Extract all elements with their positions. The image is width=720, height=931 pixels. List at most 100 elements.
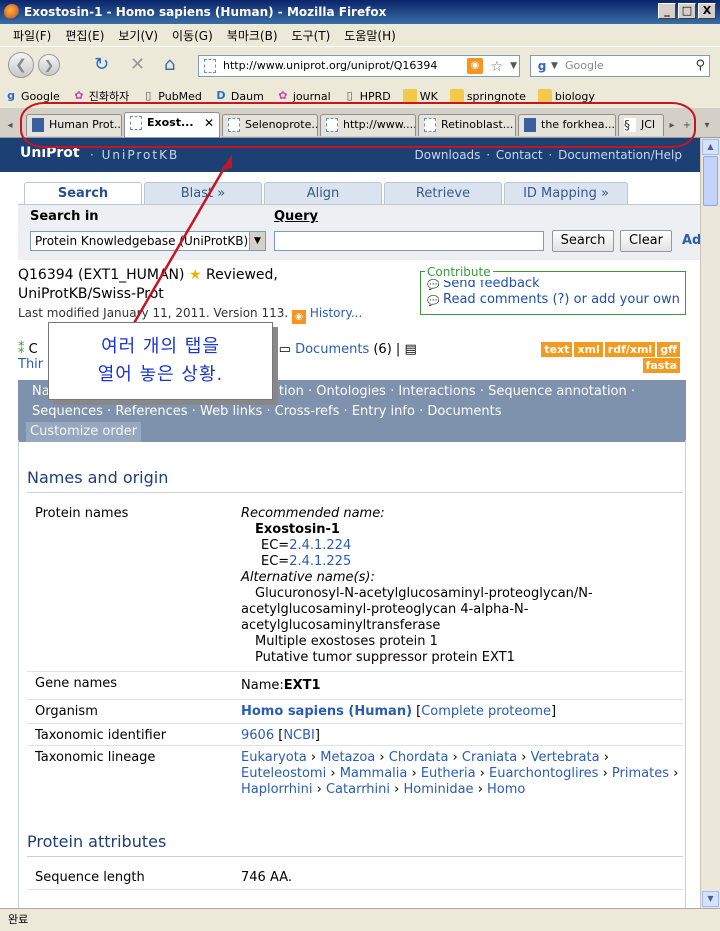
page-content: UniProt · UniProtKB Downloads · Contact … [0,138,700,908]
forward-button[interactable]: ❯ [38,54,60,76]
speech-bubble-icon: 💬 [427,280,440,291]
rss-icon[interactable]: ◉ [292,310,307,324]
nav-web-links[interactable]: Web links [200,404,262,419]
format-xml[interactable]: xml [574,342,603,357]
tab-search[interactable]: Search [24,182,142,204]
reload-icon[interactable]: ↻ [94,55,109,75]
query-input[interactable] [274,231,544,251]
google-icon: g [7,89,15,102]
complete-proteome-link[interactable]: Complete proteome [421,704,551,719]
stop-icon[interactable]: ✕ [130,55,145,75]
query-label: Query [274,209,319,224]
scroll-down-icon[interactable]: ▼ [702,891,719,907]
search-engine-dropdown-icon[interactable]: ▼ [551,56,558,76]
nav-references[interactable]: References [115,404,187,419]
customize-order-button[interactable]: Customize order [26,422,142,442]
downloads-link[interactable]: Downloads [415,148,481,162]
lineage-row: Taxonomic lineage Eukaryota › Metazoa › … [27,746,683,802]
bookmark-wk[interactable]: WK [402,89,438,103]
maximize-button[interactable]: □ [678,3,696,19]
nav-interactions[interactable]: Interactions [398,384,475,399]
format-fasta[interactable]: fasta [642,358,680,373]
window-controls: _ □ X [658,3,716,19]
nav-sequences[interactable]: Sequences [32,404,103,419]
tab-retrieve[interactable]: Retrieve [384,182,502,204]
tab-list-icon[interactable]: ▾ [700,116,714,136]
google-icon[interactable]: g [534,58,550,74]
format-rdf[interactable]: rdf/xml [604,342,656,357]
address-url: http://www.uniprot.org/uniprot/Q16394 [223,59,438,72]
annotation-box: 여러 개의 탭을 열어 놓은 상황. [48,322,273,400]
firefox-icon [4,4,20,20]
organism-row: Organism Homo sapiens (Human) [Complete … [27,700,683,724]
nav-ontologies[interactable]: Ontologies [316,384,386,399]
menu-edit[interactable]: 편집(E) [58,27,111,44]
minimize-button[interactable]: _ [658,3,676,19]
window-title: Exostosin-1 - Homo sapiens (Human) - Moz… [24,5,387,19]
tab-scroll-left-icon[interactable]: ◂ [3,116,17,136]
bookmark-biology[interactable]: biology [537,89,595,103]
taxid-row: Taxonomic identifier 9606 [NCBI] [27,724,683,746]
database-select[interactable]: Protein Knowledgebase (UniProtKB) ▼ [30,231,266,251]
search-icon[interactable]: ⚲ [695,56,705,76]
bookmark-journal[interactable]: ✿ journal [276,89,330,103]
scroll-up-icon[interactable]: ▲ [702,139,719,155]
history-link[interactable]: History... [310,306,362,320]
ncbi-link[interactable]: NCBI [283,728,315,743]
search-button[interactable]: Search [552,230,614,252]
menu-file[interactable]: 파일(F) [6,27,58,44]
tree-icon: ⁑ [18,342,25,357]
bookmark-google[interactable]: g Google [4,89,60,103]
menu-help[interactable]: 도움말(H) [337,27,403,44]
speech-bubble-icon: 💬 [427,296,440,307]
bookmark-daum[interactable]: D Daum [214,89,263,103]
nav-entry-info[interactable]: Entry info [352,404,415,419]
menu-go[interactable]: 이동(G) [165,27,220,44]
status-bar: 완료 [0,908,720,931]
top-links: Downloads · Contact · Documentation/Help [414,148,682,162]
documents-link[interactable]: Documents [295,342,369,357]
home-icon[interactable]: ⌂ [164,55,175,75]
menu-tools[interactable]: 도구(T) [285,27,338,44]
close-button[interactable]: X [698,3,716,19]
menu-view[interactable]: 보기(V) [111,27,165,44]
read-comments-link[interactable]: Read comments (?) or add your own [443,292,685,308]
contribute-box: Contribute 💬 Send feedback 💬 Read commen… [420,264,686,315]
organism-link[interactable]: Homo sapiens (Human) [241,704,412,719]
search-input[interactable]: g ▼ Google ⚲ [530,55,710,77]
nav-documents[interactable]: Documents [427,404,501,419]
menu-bookmarks[interactable]: 북마크(B) [220,27,285,44]
tab-id-mapping[interactable]: ID Mapping » [504,182,628,204]
nav-cross-refs[interactable]: Cross-refs [275,404,340,419]
vertical-scrollbar[interactable]: ▲ ▼ [700,138,720,908]
nav-sequence-annotation[interactable]: Sequence annotation [488,384,627,399]
ec-link[interactable]: 2.4.1.224 [289,538,351,553]
product-name[interactable]: · UniProtKB [90,148,179,162]
format-gff[interactable]: gff [657,342,680,357]
scroll-thumb[interactable] [703,156,718,206]
address-bar[interactable]: http://www.uniprot.org/uniprot/Q16394 ◉ … [198,55,520,77]
bookmark-pubmed[interactable]: ▯ PubMed [141,89,202,103]
bookmark-star-icon[interactable]: ☆ [490,57,503,77]
tab-align[interactable]: Align [264,182,382,204]
taxid-link[interactable]: 9606 [241,728,274,743]
entry-name: (EXT1_HUMAN) [78,267,185,283]
rss-icon[interactable]: ◉ [467,58,483,74]
back-button[interactable]: ❮ [8,52,34,78]
documentation-link[interactable]: Documentation/Help [558,148,682,162]
tab-blast[interactable]: Blast » [144,182,262,204]
advanced-link[interactable]: Ad [682,233,700,248]
chevron-down-icon: ▼ [249,232,265,250]
flower-icon: ✿ [278,89,288,102]
contact-link[interactable]: Contact [496,148,543,162]
bookmark-springnote[interactable]: springnote [449,89,526,103]
ec-link[interactable]: 2.4.1.225 [289,554,351,569]
window-title-bar: Exostosin-1 - Homo sapiens (Human) - Moz… [0,0,720,24]
third-party-link[interactable]: Thir [18,357,43,372]
format-text[interactable]: text [541,342,573,357]
clear-button[interactable]: Clear [620,230,672,252]
search-tabs: Search Blast » Align Retrieve ID Mapping… [24,182,628,204]
database-icon: ▤ [404,342,417,357]
bookmark-hprd[interactable]: ▯ HPRD [343,89,391,103]
url-dropdown-icon[interactable]: ▼ [510,56,517,76]
